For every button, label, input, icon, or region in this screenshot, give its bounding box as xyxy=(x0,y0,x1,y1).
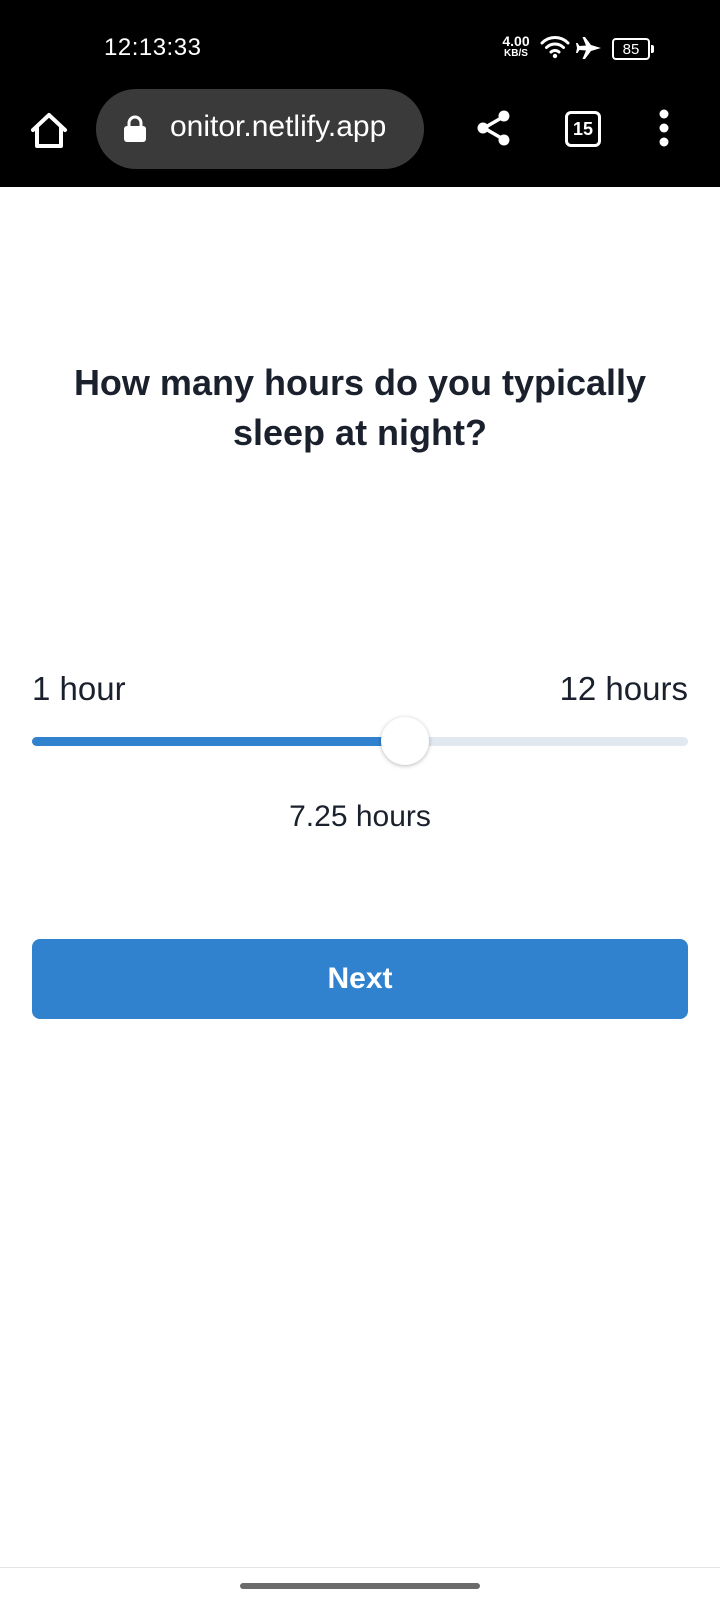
slider-fill xyxy=(32,737,405,746)
battery-level: 85 xyxy=(612,38,650,60)
slider-value-label: 7.25 hours xyxy=(289,800,431,833)
network-speed-value: 4.00 xyxy=(502,33,530,49)
browser-toolbar: onitor.netlify.app 15 xyxy=(0,88,720,187)
network-speed: 4.00 KB/S xyxy=(498,34,534,59)
airplane-icon xyxy=(576,36,602,65)
battery-tip xyxy=(651,45,654,53)
slider-min-label: 1 hour xyxy=(32,670,126,707)
gesture-handle[interactable] xyxy=(240,1583,480,1589)
status-bar: 12:13:33 4.00 KB/S 85 xyxy=(0,0,720,88)
url-text: onitor.netlify.app xyxy=(170,110,387,143)
tabs-icon[interactable]: 15 xyxy=(565,111,601,147)
bottom-divider xyxy=(0,1567,720,1568)
slider-max-label: 12 hours xyxy=(559,670,688,707)
wifi-icon xyxy=(540,34,570,65)
sleep-hours-slider[interactable] xyxy=(32,717,688,765)
status-time: 12:13:33 xyxy=(104,34,202,61)
battery-icon: 85 xyxy=(612,38,654,60)
slider-thumb[interactable] xyxy=(380,717,429,765)
network-speed-unit: KB/S xyxy=(504,48,528,59)
more-vert-icon[interactable] xyxy=(654,108,674,148)
question-heading: How many hours do you typically sleep at… xyxy=(73,362,647,453)
next-button[interactable]: Next xyxy=(32,939,688,1019)
url-bar[interactable]: onitor.netlify.app xyxy=(96,89,424,169)
home-icon[interactable] xyxy=(26,108,72,154)
lock-icon xyxy=(123,115,147,148)
share-icon[interactable] xyxy=(474,108,514,148)
